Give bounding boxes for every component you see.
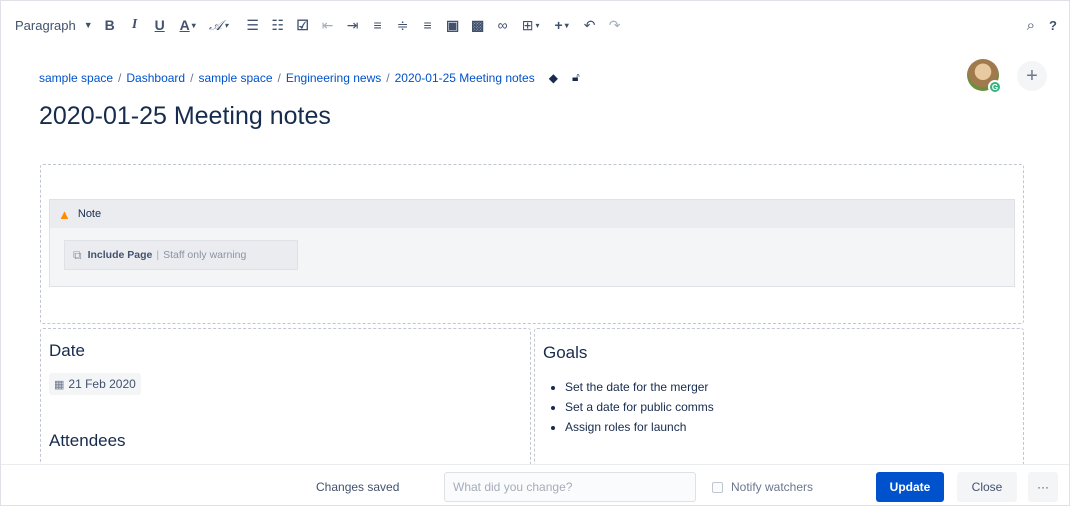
avatar[interactable]: G (967, 59, 1002, 94)
list-item: Assign roles for launch (565, 417, 714, 437)
undo-icon[interactable]: ↶ (579, 11, 601, 39)
right-column[interactable]: Goals Set the date for the merger Set a … (534, 328, 1024, 478)
toolbar-right: ⌕ ? (1027, 11, 1057, 39)
layout-icon[interactable]: ▣ (442, 11, 464, 39)
checkbox-icon[interactable] (712, 481, 723, 493)
breadcrumb-separator: / (386, 70, 390, 85)
close-button[interactable]: Close (957, 472, 1017, 502)
editor-window: Paragraph ▼ B I U A ▾ 𝒜 ▾ ☰ ☷ ☑ ⇤ ⇥ ≡ ≑ ≡ ▣… (0, 0, 1070, 506)
align-right-icon[interactable]: ≡ (417, 11, 439, 39)
breadcrumb-item-engineering-news[interactable]: Engineering news (286, 71, 381, 85)
breadcrumb-item-space[interactable]: sample space (39, 71, 113, 85)
note-section[interactable]: ▲ Note ⧉ Include Page | Staff only warni… (40, 164, 1024, 324)
bullet-list-icon[interactable]: ☰ (242, 11, 264, 39)
breadcrumb: sample space / Dashboard / sample space … (39, 70, 580, 85)
date-lozenge[interactable]: ▦ 21 Feb 2020 (49, 373, 141, 395)
link-icon[interactable]: ∞ (492, 11, 514, 39)
goals-heading: Goals (543, 343, 588, 362)
bold-icon[interactable]: B (99, 11, 121, 39)
notify-watchers-checkbox[interactable]: Notify watchers (712, 480, 813, 494)
publish-bar: Changes saved Notify watchers Update Clo… (1, 464, 1069, 505)
change-comment-input[interactable] (444, 472, 696, 502)
save-status: Changes saved (316, 480, 400, 494)
indent-icon[interactable]: ⇥ (342, 11, 364, 39)
paragraph-style-dropdown[interactable]: Paragraph ▼ (15, 11, 93, 39)
breadcrumb-separator: / (118, 70, 122, 85)
more-options-button[interactable]: ··· (1028, 472, 1058, 502)
breadcrumb-item-current-page[interactable]: 2020-01-25 Meeting notes (395, 71, 535, 85)
chevron-down-icon: ▼ (83, 20, 93, 30)
date-value: 21 Feb 2020 (68, 377, 136, 391)
breadcrumb-separator: / (190, 70, 194, 85)
goals-list: Set the date for the merger Set a date f… (565, 377, 714, 437)
presence-badge: G (988, 80, 1002, 94)
include-page-param: Staff only warning (163, 249, 247, 261)
table-icon[interactable]: ⊞ ▾ (517, 11, 545, 39)
clear-format-icon[interactable]: 𝒜 ▾ (205, 11, 233, 39)
warning-icon: ▲ (58, 206, 71, 222)
task-list-icon[interactable]: ☑ (292, 11, 314, 39)
italic-icon[interactable]: I (124, 11, 146, 39)
list-item: Set the date for the merger (565, 377, 714, 397)
notify-watchers-label: Notify watchers (731, 480, 814, 494)
align-left-icon[interactable]: ≡ (367, 11, 389, 39)
include-page-title: Include Page (87, 249, 153, 261)
align-center-icon[interactable]: ≑ (392, 11, 414, 39)
help-icon[interactable]: ? (1049, 11, 1057, 39)
image-icon[interactable]: ▩ (467, 11, 489, 39)
note-macro[interactable]: ▲ Note ⧉ Include Page | Staff only warni… (49, 199, 1015, 287)
outdent-icon[interactable]: ⇤ (317, 11, 339, 39)
label-tag-icon[interactable]: ◆ (549, 71, 558, 85)
note-macro-header: ▲ Note (50, 200, 1014, 228)
redo-icon[interactable]: ↷ (604, 11, 626, 39)
attendees-heading: Attendees (49, 431, 126, 450)
underline-icon[interactable]: U (149, 11, 171, 39)
breadcrumb-separator: / (277, 70, 281, 85)
search-icon[interactable]: ⌕ (1027, 11, 1035, 39)
breadcrumb-item-dashboard[interactable]: Dashboard (126, 71, 185, 85)
text-color-icon[interactable]: A ▾ (174, 11, 202, 39)
left-column[interactable]: Date ▦ 21 Feb 2020 Attendees (40, 328, 531, 478)
paragraph-style-label: Paragraph (15, 17, 76, 33)
include-page-macro[interactable]: ⧉ Include Page | Staff only warning (64, 240, 298, 270)
insert-icon[interactable]: + ▾ (548, 11, 576, 39)
include-page-separator: | (156, 249, 160, 261)
calendar-icon: ▦ (54, 378, 65, 391)
page-title[interactable]: 2020-01-25 Meeting notes (39, 102, 331, 131)
list-item: Set a date for public comms (565, 397, 714, 417)
add-collaborator-button[interactable]: + (1017, 61, 1047, 91)
numbered-list-icon[interactable]: ☷ (267, 11, 289, 39)
note-title: Note (77, 208, 102, 220)
date-heading: Date (49, 341, 85, 360)
breadcrumb-item-space-2[interactable]: sample space (198, 71, 272, 85)
include-page-icon: ⧉ (73, 247, 82, 262)
editor-toolbar: Paragraph ▼ B I U A ▾ 𝒜 ▾ ☰ ☷ ☑ ⇤ ⇥ ≡ ≑ ≡ ▣… (1, 1, 1069, 49)
update-button[interactable]: Update (876, 472, 944, 502)
unlock-icon[interactable]: 🔓︎ (572, 70, 580, 85)
